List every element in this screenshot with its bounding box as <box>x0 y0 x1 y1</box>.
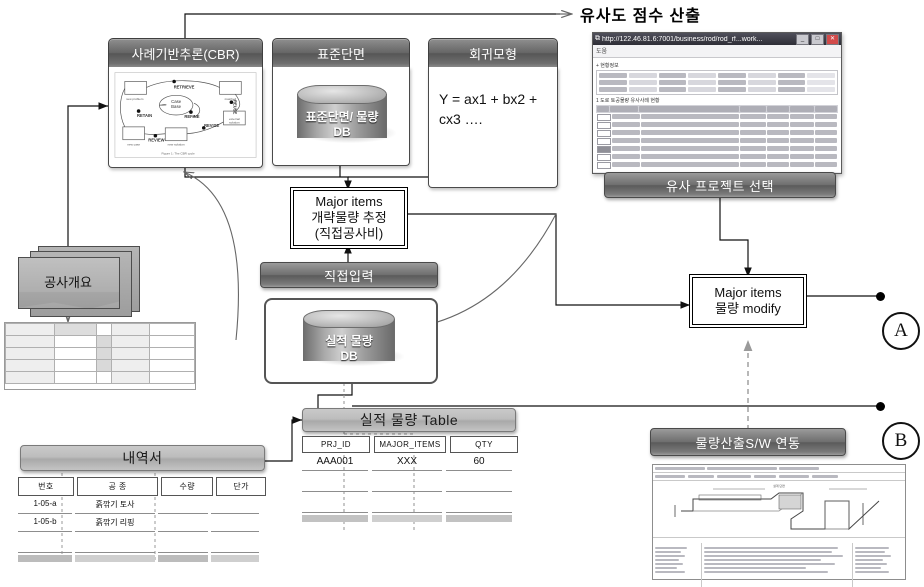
performance-db-sublabel: DB <box>340 349 358 363</box>
regression-formula: Y = ax1 + bx2 + cx3 …. <box>439 91 538 128</box>
svg-text:Base: Base <box>171 104 181 109</box>
major-estimate-line3: (직접공사비) <box>314 226 384 242</box>
reference-circle-a: A <box>882 312 920 350</box>
statement-cell-no: 1-05-a <box>18 496 72 514</box>
standard-db-label: 표준단면/ 물량 <box>305 109 379 124</box>
browser-menubar[interactable]: 도움 <box>593 45 841 58</box>
quantity-sw-link-button[interactable]: 물량산출S/W 연동 <box>650 428 846 456</box>
table-row[interactable]: AAA001 XXX 60 <box>302 453 518 471</box>
perf-col-0: PRJ_ID <box>302 436 370 453</box>
perf-col-2: QTY <box>450 436 518 453</box>
major-modify-line1: Major items <box>714 284 782 300</box>
module-standard-section-body: 표준단면/ 물량 DB <box>272 67 410 166</box>
module-standard-section[interactable]: 표준단면 표준단면/ 물량 DB <box>272 38 410 166</box>
statement-row[interactable]: 1-05-b 흙깎기 리핑 <box>18 514 266 532</box>
module-cbr-body: Case Base RETRIEVE REUSE REVISE REVIEW R… <box>108 67 263 168</box>
svg-text:solution: solution <box>229 120 240 124</box>
performance-db-label: 실적 물량 <box>325 334 373 348</box>
perf-cell-prjid: AAA001 <box>302 453 368 471</box>
output-dot-b <box>876 402 885 411</box>
page-title: 유사도 점수 산출 <box>580 8 701 25</box>
project-outline-form[interactable] <box>4 322 196 390</box>
statement-row[interactable]: 1-05-a 흙깎기 토사 <box>18 496 266 514</box>
table-row-empty <box>302 492 518 513</box>
major-items-estimate-box[interactable]: Major items 개략물량 추정 (직접공사비) <box>293 190 405 246</box>
statement-col-3: 단가 <box>216 477 266 496</box>
svg-text:REVIEW: REVIEW <box>148 138 164 143</box>
svg-text:matched: matched <box>225 97 237 101</box>
major-estimate-line1: Major items <box>315 193 383 209</box>
cad-drawing-preview[interactable]: 설계 단면 <box>652 464 906 587</box>
cross-section-drawing: 설계 단면 <box>653 481 905 538</box>
cbr-cycle-illustration: Case Base RETRIEVE REUSE REVISE REVIEW R… <box>114 72 257 158</box>
performance-quantity-db-cylinder: 실적 물량 DB <box>303 310 405 370</box>
svg-text:Figure 1: The CBR cycle: Figure 1: The CBR cycle <box>162 152 195 156</box>
statement-table[interactable]: 번호 공 종 수량 단가 1-05-a 흙깎기 토사 1-05-b 흙깎기 리핑 <box>18 477 266 577</box>
form-fields-block <box>596 70 838 95</box>
statement-cell-work: 흙깎기 토사 <box>75 496 155 514</box>
svg-text:new case: new case <box>127 143 140 147</box>
form-section-heading-2: 1 도로 토공물량 유사사례 현황 <box>596 98 660 104</box>
statement-cell-no: 1-05-b <box>18 514 72 532</box>
perf-cell-item: XXX <box>372 453 442 471</box>
module-regression-title: 회귀모형 <box>428 38 558 67</box>
major-modify-line2: 물량 modify <box>715 301 781 316</box>
browser-page: + 현황정보 1 도로 토공물량 유사사례 현황 <box>593 58 841 172</box>
minimize-button[interactable]: _ <box>796 33 809 45</box>
project-outline-form-table <box>4 323 196 384</box>
maximize-button[interactable]: □ <box>811 33 824 45</box>
module-cbr[interactable]: 사례기반추론(CBR) Case Base RETRIEVE REUSE REV… <box>108 38 263 168</box>
perf-cell-qty: 60 <box>446 453 512 471</box>
form-section-heading-1: + 현황정보 <box>596 63 619 69</box>
reference-circle-b: B <box>882 422 920 460</box>
module-regression-body: Y = ax1 + bx2 + cx3 …. <box>428 67 558 188</box>
statement-col-1: 공 종 <box>76 477 159 496</box>
perf-scroll-strip <box>302 515 518 522</box>
similar-project-browser-window[interactable]: ⧉ http://122.46.81.6:7001/business/rod/r… <box>592 32 842 174</box>
statement-col-2: 수량 <box>161 477 214 496</box>
statement-cell-work: 흙깎기 리핑 <box>75 514 155 532</box>
performance-quantity-table[interactable]: PRJ_ID MAJOR_ITEMS QTY AAA001 XXX 60 <box>302 436 518 526</box>
statement-row-empty <box>18 532 266 553</box>
module-standard-section-title: 표준단면 <box>272 38 410 67</box>
module-regression[interactable]: 회귀모형 Y = ax1 + bx2 + cx3 …. <box>428 38 558 188</box>
diagram-canvas: 유사도 점수 산출 사례기반추론(CBR) Case Base RETRIEVE… <box>0 0 924 587</box>
standard-section-db-cylinder: 표준단면/ 물량 DB <box>297 85 396 147</box>
module-cbr-title: 사례기반추론(CBR) <box>108 38 263 67</box>
similar-project-select-button[interactable]: 유사 프로젝트 선택 <box>604 172 836 198</box>
perf-col-1: MAJOR_ITEMS <box>374 436 446 453</box>
performance-table-title-bar[interactable]: 실적 물량 Table <box>302 408 516 432</box>
project-outline-document-stack[interactable]: 공사개요 <box>18 246 140 317</box>
svg-text:RETAIN: RETAIN <box>137 113 152 118</box>
svg-text:new solution: new solution <box>168 143 185 147</box>
direct-input-button[interactable]: 직접입력 <box>260 262 438 288</box>
statement-title-bar[interactable]: 내역서 <box>20 445 265 471</box>
svg-text:REUSE: REUSE <box>232 100 237 114</box>
major-items-modify-box[interactable]: Major items 물량 modify <box>692 277 804 325</box>
svg-text:REVISE: REVISE <box>204 123 219 128</box>
browser-title: http://122.46.81.6:7001/business/rod/rod… <box>602 35 763 43</box>
results-table[interactable] <box>596 105 838 169</box>
svg-text:REFINE: REFINE <box>184 114 199 119</box>
browser-titlebar: ⧉ http://122.46.81.6:7001/business/rod/r… <box>593 33 841 45</box>
standard-db-sublabel: DB <box>333 124 351 139</box>
output-dot-a <box>876 292 885 301</box>
svg-text:new problem: new problem <box>126 97 144 101</box>
svg-text:설계 단면: 설계 단면 <box>773 483 785 488</box>
close-button[interactable]: ✕ <box>826 33 839 45</box>
statement-scroll-strip <box>18 555 266 562</box>
table-row-empty <box>302 471 518 492</box>
statement-col-0: 번호 <box>18 477 74 496</box>
project-outline-label: 공사개요 <box>44 275 92 290</box>
svg-text:RETRIEVE: RETRIEVE <box>174 84 195 89</box>
major-estimate-line2: 개략물량 추정 <box>311 209 387 225</box>
